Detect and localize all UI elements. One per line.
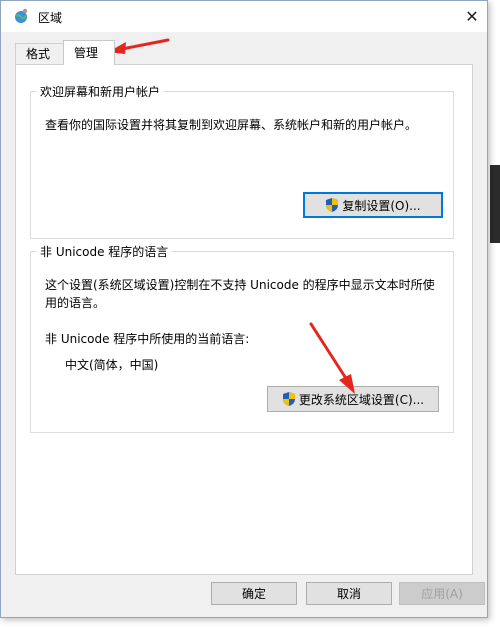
tab-format[interactable]: 格式 <box>15 43 67 65</box>
uac-shield-icon <box>282 392 295 406</box>
current-language-label: 非 Unicode 程序中所使用的当前语言: <box>45 332 250 346</box>
window-title: 区域 <box>38 11 63 25</box>
cancel-label: 取消 <box>336 587 361 601</box>
non-unicode-group: 非 Unicode 程序的语言 这个设置(系统区域设置)控制在不支持 Unico… <box>30 243 454 433</box>
copy-settings-button[interactable]: 复制设置(O)... <box>303 192 443 218</box>
change-system-locale-label: 更改系统区域设置(C)... <box>298 392 425 407</box>
tab-administrative[interactable]: 管理 <box>63 40 115 65</box>
globe-icon <box>15 8 28 23</box>
tab-panel: 欢迎屏幕和新用户帐户 查看你的国际设置并将其复制到欢迎屏幕、系统帐户和新的用户帐… <box>15 64 473 575</box>
group-title: 欢迎屏幕和新用户帐户 <box>40 85 161 99</box>
group-title: 非 Unicode 程序的语言 <box>40 245 169 259</box>
apply-button[interactable]: 应用(A) <box>399 582 485 605</box>
close-icon: ✕ <box>465 6 479 26</box>
title-bar: 区域 ✕ <box>1 1 487 32</box>
change-system-locale-button[interactable]: 更改系统区域设置(C)... <box>267 386 439 412</box>
welcome-screen-group: 欢迎屏幕和新用户帐户 查看你的国际设置并将其复制到欢迎屏幕、系统帐户和新的用户帐… <box>30 83 454 239</box>
uac-shield-icon <box>326 198 339 212</box>
welcome-description: 查看你的国际设置并将其复制到欢迎屏幕、系统帐户和新的用户帐户。 <box>45 118 418 132</box>
ok-button[interactable]: 确定 <box>211 582 297 605</box>
background-dark-panel <box>490 165 500 243</box>
non-unicode-description: 这个设置(系统区域设置)控制在不支持 Unicode 的程序中显示文本时所使用的… <box>45 278 435 310</box>
current-language-value: 中文(简体，中国) <box>65 358 159 372</box>
close-button[interactable]: ✕ <box>457 1 487 31</box>
apply-label: 应用(A) <box>421 587 463 601</box>
cancel-button[interactable]: 取消 <box>306 582 392 605</box>
copy-settings-label: 复制设置(O)... <box>342 198 421 213</box>
region-dialog: 区域 ✕ 格式 管理 欢迎屏幕和新用户帐户 查看你的国际设置并将其复制到欢迎屏幕… <box>0 0 488 618</box>
ok-label: 确定 <box>241 587 266 601</box>
